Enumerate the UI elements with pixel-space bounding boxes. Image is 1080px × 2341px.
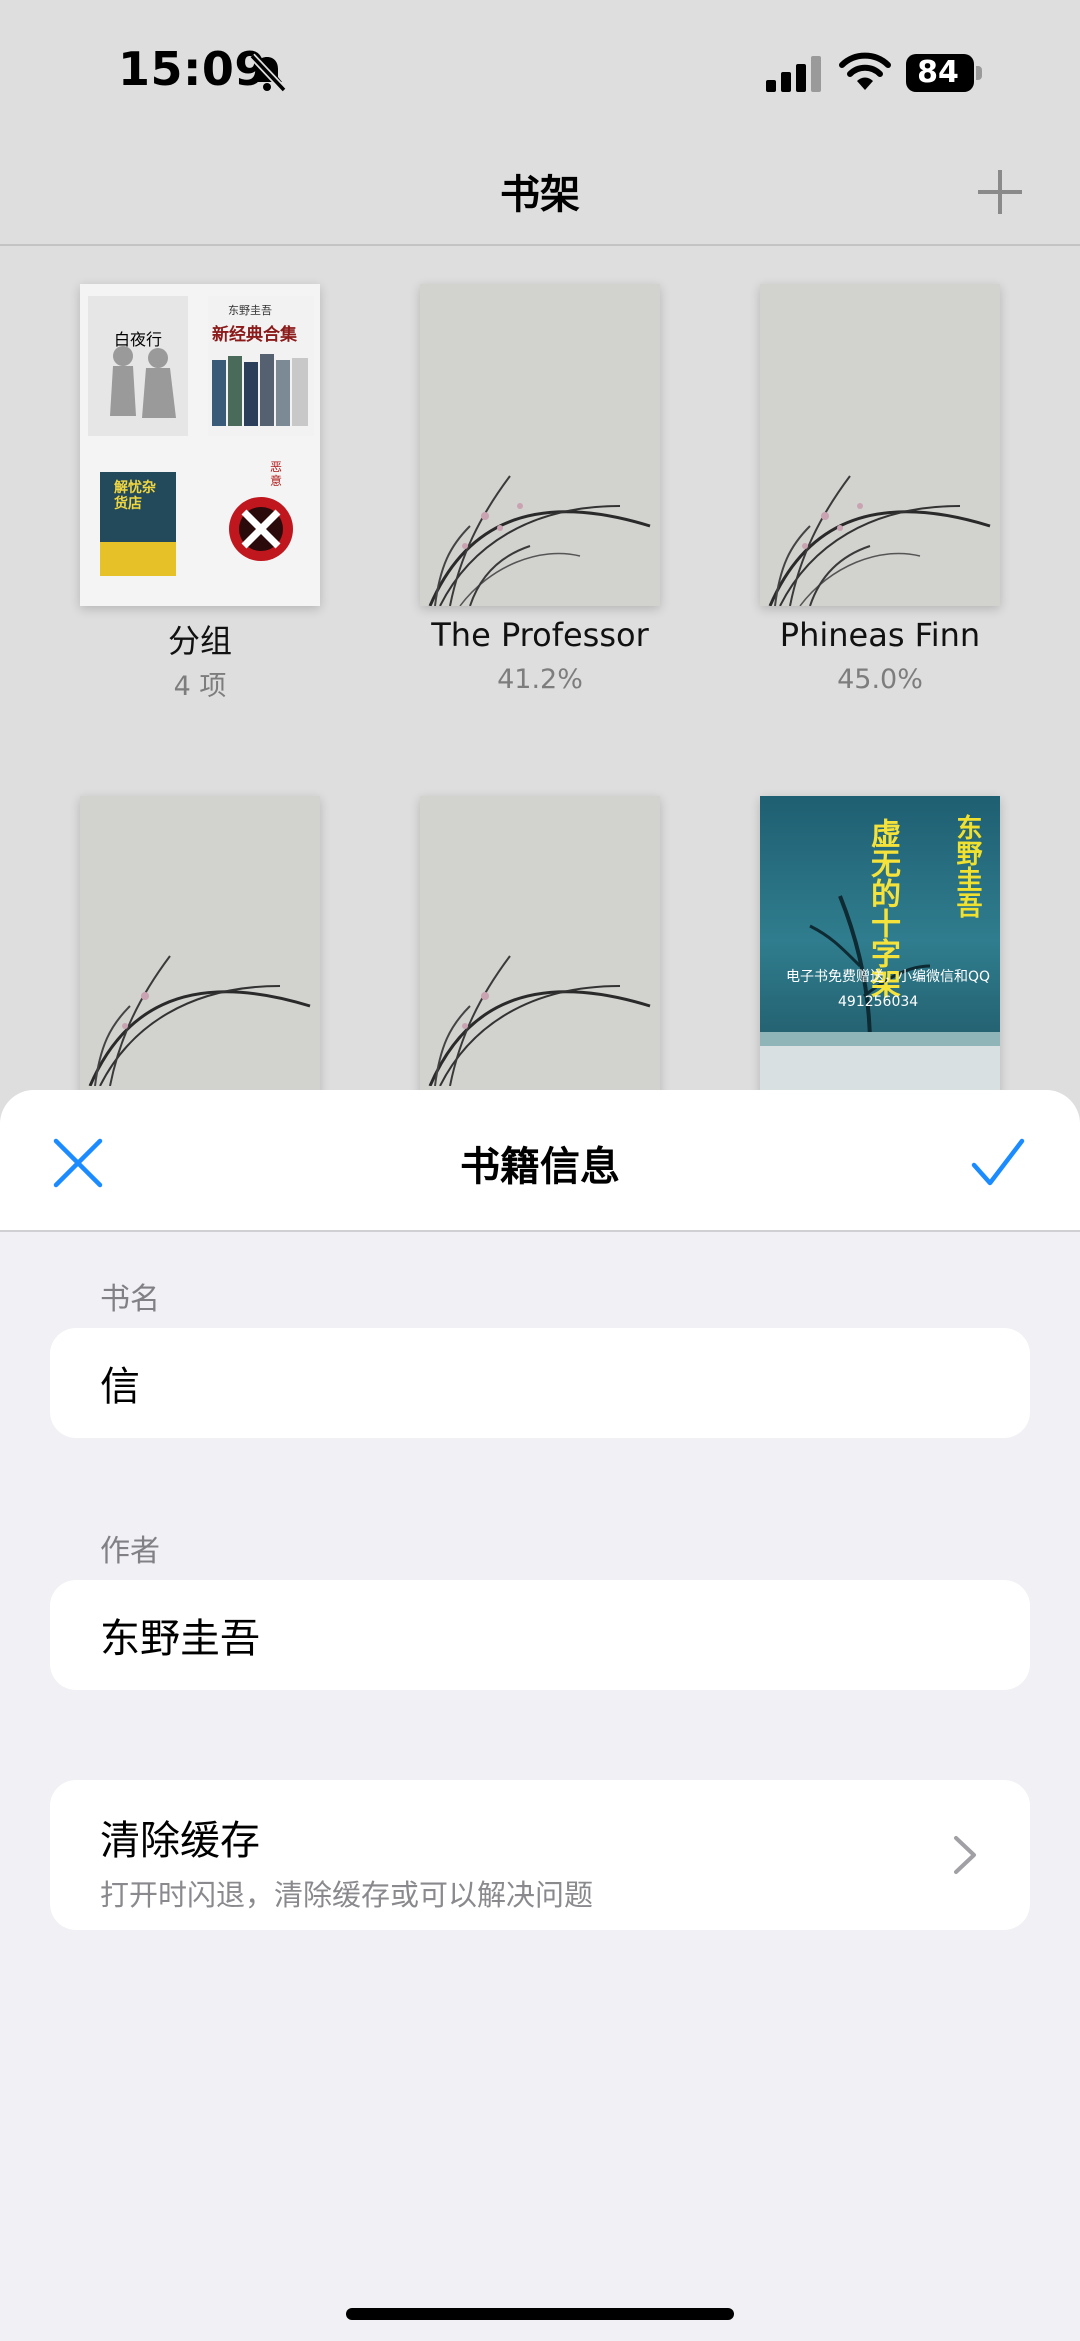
sheet-header: 书籍信息 <box>0 1090 1080 1230</box>
status-bar: 15:09 84 <box>0 0 1080 140</box>
nav-title: 书架 <box>500 172 580 218</box>
clear-cache-description: 打开时闪退，清除缓存或可以解决问题 <box>100 1878 594 1912</box>
group-book-1: 白夜行 <box>88 296 188 436</box>
book-name-label: 书名 <box>100 1282 160 1317</box>
book-cover-plant[interactable] <box>420 284 660 606</box>
group-book-2-title: 新经典合集 <box>212 325 297 345</box>
home-indicator[interactable] <box>346 2308 734 2320</box>
book-cover-plant[interactable] <box>80 796 320 1118</box>
book-subtitle: 4 项 <box>173 671 227 702</box>
book-title: The Professor <box>431 616 649 654</box>
book-name-input[interactable] <box>100 1328 980 1438</box>
book-cover-plant[interactable] <box>760 284 1000 606</box>
book-title: Phineas Finn <box>779 616 981 654</box>
status-time: 15:09 <box>118 42 267 96</box>
book-subtitle: 45.0% <box>837 664 923 695</box>
group-book-4: 恶意 <box>216 456 316 592</box>
group-book-3: 解忧杂货店 <box>100 472 176 576</box>
author-field-container <box>50 1580 1030 1690</box>
group-book-1-title: 白夜行 <box>114 330 163 349</box>
checkmark-icon[interactable] <box>968 1133 1028 1193</box>
bell-slash-icon <box>249 53 287 93</box>
group-cover[interactable]: 白夜行 东野圭吾 新经典合集 解忧杂货店 恶意 <box>80 284 320 606</box>
book-name-field-container <box>50 1328 1030 1438</box>
group-book-2-author: 东野圭吾 <box>228 304 272 317</box>
blue-cover-promo-number: 491256034 <box>838 994 919 1010</box>
blue-cover-author: 东野圭吾 <box>952 814 982 918</box>
book-info-sheet: 书籍信息 书名 作者 清除缓存 打开时闪退，清除缓存或可以解决问题 <box>0 1090 1080 2341</box>
group-book-3-title: 解忧杂货店 <box>114 480 156 512</box>
group-book-2: 东野圭吾 新经典合集 <box>208 296 314 436</box>
book-subtitle: 41.2% <box>497 664 583 695</box>
signal-icon <box>766 56 821 92</box>
wifi-icon <box>839 52 891 90</box>
chevron-right-icon <box>954 1836 976 1874</box>
battery-icon: 84 <box>906 54 986 92</box>
group-book-4-title: 恶意 <box>270 460 283 488</box>
plus-icon[interactable] <box>970 162 1030 222</box>
nav-divider <box>0 244 1080 246</box>
clear-cache-title: 清除缓存 <box>100 1818 260 1864</box>
blue-cover-promo: 电子书免费赠送，小编微信和QQ <box>786 969 991 985</box>
book-cover-plant[interactable] <box>420 796 660 1118</box>
author-label: 作者 <box>100 1534 160 1569</box>
sheet-title: 书籍信息 <box>460 1144 620 1190</box>
book-cover-blue[interactable]: 东野圭吾 虚无的十字架 电子书免费赠送，小编微信和QQ 491256034 <box>760 796 1000 1118</box>
sheet-divider <box>0 1230 1080 1232</box>
clear-cache-button[interactable]: 清除缓存 打开时闪退，清除缓存或可以解决问题 <box>50 1780 1030 1930</box>
battery-level: 84 <box>917 55 959 90</box>
book-title: 分组 <box>167 622 232 660</box>
author-input[interactable] <box>100 1580 980 1690</box>
